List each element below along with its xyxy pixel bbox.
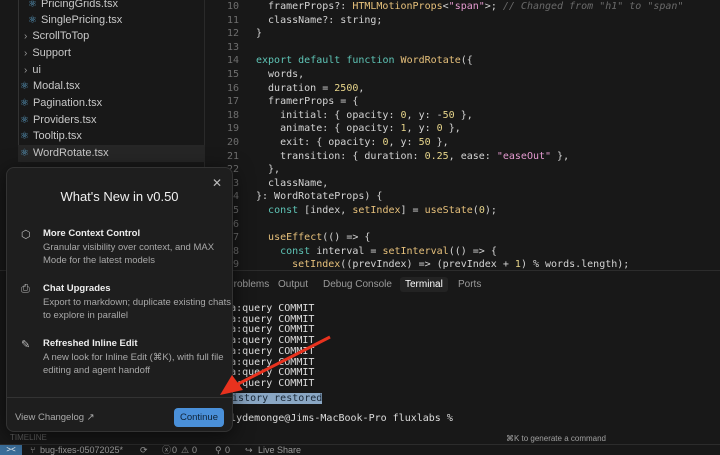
terminal-history-notice: History restored bbox=[226, 393, 323, 404]
code-line[interactable]: }, bbox=[256, 164, 280, 175]
export-icon: ⎙ bbox=[21, 283, 30, 295]
tree-indent-guide bbox=[18, 0, 19, 162]
chevron-right-icon: › bbox=[24, 47, 28, 59]
react-icon: ⚛ bbox=[28, 14, 37, 26]
tree-file[interactable]: ⚛ Modal.tsx bbox=[20, 78, 80, 95]
line-number: 11 bbox=[226, 14, 239, 26]
code-line[interactable]: className?: string; bbox=[256, 15, 382, 26]
code-line[interactable]: const interval = setInterval(() => { bbox=[256, 246, 497, 257]
react-icon: ⚛ bbox=[20, 114, 29, 126]
file-label: Modal.tsx bbox=[32, 80, 81, 93]
whats-new-dialog: ✕ What's New in v0.50 ⬡ More Context Con… bbox=[6, 167, 233, 432]
react-icon: ⚛ bbox=[20, 130, 29, 142]
file-label: Providers.tsx bbox=[32, 114, 97, 127]
feature-title: More Context Control bbox=[43, 228, 141, 239]
code-line[interactable]: className, bbox=[256, 178, 328, 189]
code-line[interactable]: } bbox=[256, 28, 262, 39]
line-number: 15 bbox=[226, 69, 239, 80]
folder-label: Support bbox=[32, 47, 71, 60]
tree-folder[interactable]: › ui bbox=[24, 62, 41, 79]
tree-folder[interactable]: › Support bbox=[24, 45, 71, 62]
history-restored: History restored bbox=[226, 393, 323, 404]
line-number: 20 bbox=[226, 137, 239, 148]
chevron-right-icon: › bbox=[24, 64, 28, 76]
tree-file[interactable]: ⚛ Tooltip.tsx bbox=[20, 128, 82, 145]
feature-desc: Granular visibility over context, and MA… bbox=[43, 242, 215, 266]
tree-file[interactable]: ⚛ PricingGrids.tsx bbox=[28, 0, 118, 13]
tree-folder[interactable]: › ScrollToTop bbox=[24, 28, 89, 45]
tree-file[interactable]: ⚛ Providers.tsx bbox=[20, 112, 97, 129]
file-label: Pagination.tsx bbox=[32, 97, 103, 110]
code-line[interactable]: transition: { duration: 0.25, ease: "eas… bbox=[256, 151, 569, 162]
tab-debug-console[interactable]: Debug Console bbox=[318, 277, 397, 292]
react-icon: ⚛ bbox=[20, 97, 29, 109]
react-icon: ⚛ bbox=[20, 147, 29, 159]
dialog-title: What's New in v0.50 bbox=[60, 189, 179, 204]
feature-title: Refreshed Inline Edit bbox=[43, 338, 138, 349]
code-line[interactable]: framerProps = { bbox=[256, 96, 358, 107]
file-label: SinglePricing.tsx bbox=[40, 14, 123, 27]
code-line[interactable]: }: WordRotateProps) { bbox=[256, 191, 382, 202]
react-icon: ⚛ bbox=[28, 0, 37, 10]
folder-label: ui bbox=[32, 64, 41, 77]
feature-desc: A new look for Inline Edit (⌘K), with fu… bbox=[43, 352, 224, 376]
line-number: 12 bbox=[226, 28, 239, 40]
file-label: Tooltip.tsx bbox=[32, 130, 82, 143]
folder-label: ScrollToTop bbox=[32, 30, 90, 43]
tab-ports[interactable]: Ports bbox=[453, 277, 486, 292]
line-number: 16 bbox=[226, 82, 239, 94]
timeline-section[interactable]: TIMELINE bbox=[10, 433, 47, 442]
line-number: 13 bbox=[226, 41, 239, 53]
code-line[interactable]: setIndex((prevIndex) => (prevIndex + 1) … bbox=[256, 259, 629, 270]
tree-file[interactable]: ⚛ SinglePricing.tsx bbox=[28, 12, 122, 29]
code-line[interactable]: words, bbox=[256, 69, 304, 80]
continue-button[interactable]: Continue bbox=[173, 408, 224, 427]
code-line[interactable]: animate: { opacity: 1, y: 0 }, bbox=[256, 123, 461, 134]
dialog-divider bbox=[7, 397, 232, 398]
status-bar: >< ⑂ bug-fixes-05072025* ⟳ ⓧ 0 ⚠ 0 ⚲ 0 ↪… bbox=[0, 444, 720, 455]
line-number: 19 bbox=[226, 123, 239, 135]
chevron-right-icon: › bbox=[24, 30, 28, 42]
file-label: PricingGrids.tsx bbox=[40, 0, 118, 11]
code-line[interactable]: initial: { opacity: 0, y: -50 }, bbox=[256, 110, 473, 121]
line-number: 17 bbox=[226, 96, 239, 108]
tree-file-selected[interactable]: ⚛ WordRotate.tsx bbox=[18, 145, 205, 162]
code-line[interactable]: framerProps?: HTMLMotionProps<"span">; /… bbox=[256, 1, 683, 12]
code-line[interactable]: export default function WordRotate({ bbox=[256, 55, 473, 66]
line-number: 10 bbox=[226, 1, 239, 12]
tree-file[interactable]: ⚛ Pagination.tsx bbox=[20, 95, 102, 112]
code-line[interactable]: exit: { opacity: 0, y: 50 }, bbox=[256, 137, 449, 148]
close-icon[interactable]: ✕ bbox=[212, 176, 222, 190]
generate-command-hint: ⌘K to generate a command bbox=[505, 434, 606, 443]
tab-terminal[interactable]: Terminal bbox=[400, 277, 448, 292]
terminal-prompt[interactable]: jimmclydemonge@Jims-MacBook-Pro fluxlabs… bbox=[200, 413, 453, 424]
line-number: 18 bbox=[226, 109, 239, 121]
code-line[interactable]: useEffect(() => { bbox=[256, 232, 370, 243]
tab-output[interactable]: Output bbox=[273, 277, 313, 292]
react-icon: ⚛ bbox=[20, 80, 29, 92]
line-number: 21 bbox=[226, 150, 239, 162]
view-changelog-link[interactable]: View Changelog ↗ bbox=[15, 412, 95, 423]
edit-chat-icon: ✎ bbox=[21, 339, 31, 351]
cube-icon: ⬡ bbox=[21, 229, 31, 241]
line-number: 14 bbox=[226, 55, 239, 67]
file-label: WordRotate.tsx bbox=[32, 147, 109, 160]
code-line[interactable]: const [index, setIndex] = useState(0); bbox=[256, 205, 497, 216]
code-line[interactable]: duration = 2500, bbox=[256, 83, 364, 94]
feature-title: Chat Upgrades bbox=[43, 283, 111, 294]
feature-desc: Export to markdown; duplicate existing c… bbox=[43, 297, 231, 321]
